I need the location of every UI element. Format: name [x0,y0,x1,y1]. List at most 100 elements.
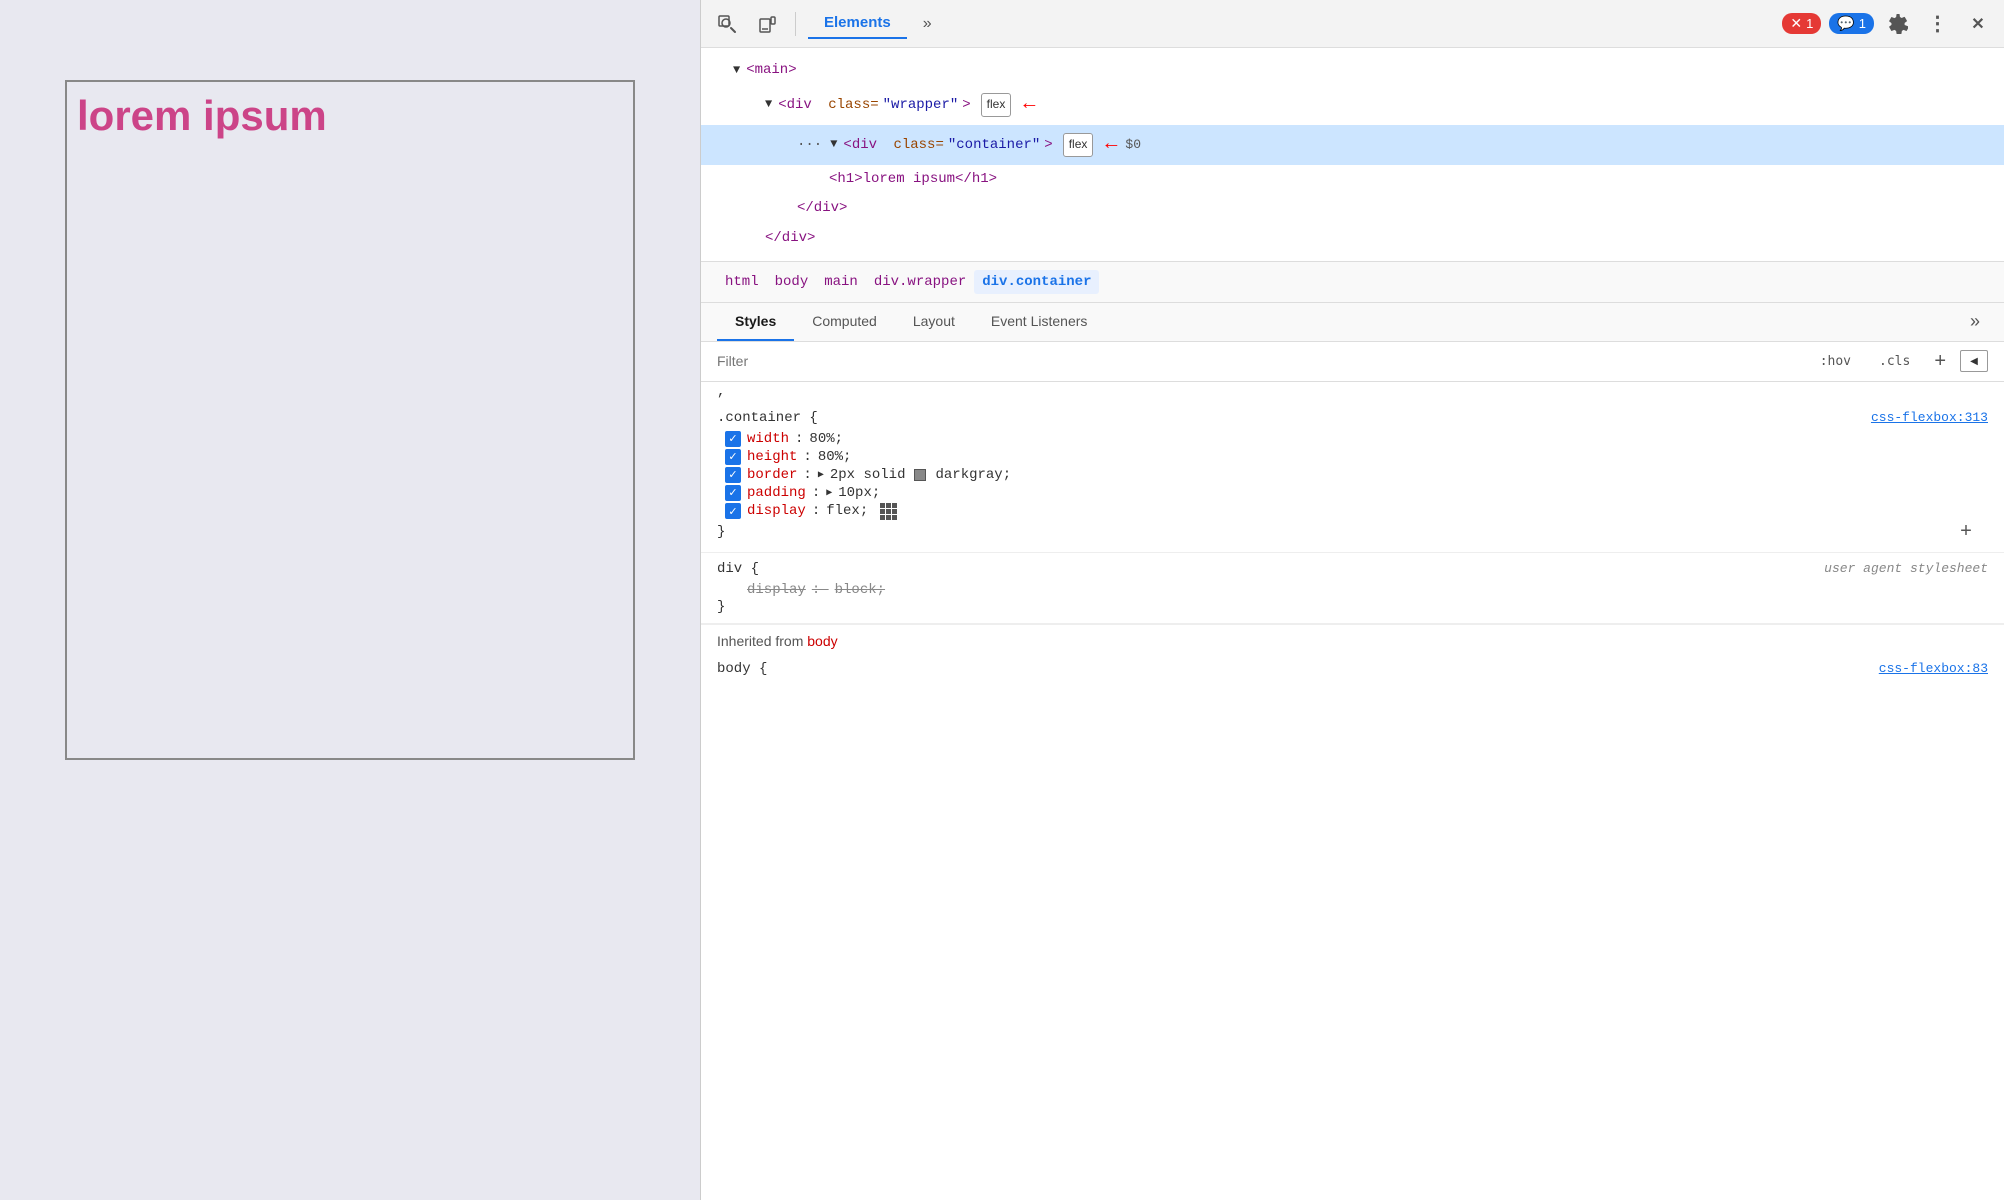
tree-arrow: ▼ [830,134,837,156]
sub-tabs: Styles Computed Layout Event Listeners » [701,303,2004,342]
more-menu-icon[interactable]: ⋮ [1922,8,1954,40]
wrapper-open: <div [778,93,812,118]
html-tree: ▼ <main> ▼ <div class="wrapper" > flex ←… [701,48,2004,262]
padding-colon: : [812,485,820,501]
tree-close-div2[interactable]: </div> [701,224,2004,253]
display-colon: : [812,503,820,519]
css-prop-padding: padding : ▶ 10px; [717,484,1988,502]
ua-display-value: block; [835,582,885,598]
tab-layout[interactable]: Layout [895,303,973,341]
sub-tabs-more[interactable]: » [1962,307,1988,336]
dots-icon: ··· [797,133,822,158]
container-attr-value: "container" [948,133,1040,158]
add-rule-icon[interactable]: + [1928,348,1952,375]
container-flex-badge[interactable]: flex [1063,133,1094,157]
flex-grid-icon[interactable] [880,503,897,520]
lorem-text: lorem ipsum [77,92,327,748]
red-arrow-wrapper: ← [1023,87,1035,123]
ua-stylesheet-label: user agent stylesheet [1824,561,1988,576]
close-div1: </div> [797,196,847,221]
message-count: 1 [1859,16,1866,31]
css-prop-width: width : 80%; [717,430,1988,448]
display-prop-value: flex; [826,503,868,519]
tree-close-div1[interactable]: </div> [701,194,2004,223]
width-prop-name: width [747,431,789,447]
display-checkbox[interactable] [725,503,741,519]
filter-input[interactable] [717,353,1802,369]
wrapper-flex-badge[interactable]: flex [981,93,1012,117]
force-state-button[interactable]: ◀ [1960,350,1988,372]
close-button[interactable]: ✕ [1962,8,1994,40]
add-property-button[interactable]: + [1960,521,1972,544]
css-prop-height: height : 80%; [717,448,1988,466]
tab-event-listeners[interactable]: Event Listeners [973,303,1106,341]
border-colon: : [803,467,811,483]
height-checkbox[interactable] [725,449,741,465]
settings-icon[interactable] [1882,8,1914,40]
body-rule-partial: body { css-flexbox:83 [701,657,2004,685]
device-icon[interactable] [751,8,783,40]
div-close-brace: } [717,599,725,615]
cls-button[interactable]: .cls [1869,350,1920,373]
div-selector-line: div { user agent stylesheet [717,561,1988,577]
container-open: <div [843,133,877,158]
div-rule-block: div { user agent stylesheet display : bl… [701,553,2004,624]
tree-h1-tag[interactable]: <h1>lorem ipsum</h1> [701,165,2004,194]
tab-computed[interactable]: Computed [794,303,895,341]
border-checkbox[interactable] [725,467,741,483]
devtools-toolbar: Elements » ✕ 1 💬 1 ⋮ ✕ [701,0,2004,48]
darkgray-swatch[interactable] [914,469,926,481]
inherited-element[interactable]: body [807,633,837,649]
tab-styles[interactable]: Styles [717,303,794,341]
tree-arrow: ▼ [765,94,772,116]
border-color-value: darkgray; [935,467,1011,483]
breadcrumb-container[interactable]: div.container [974,270,1099,294]
toolbar-separator [795,12,796,36]
tree-main-tag[interactable]: ▼ <main> [701,56,2004,85]
message-icon: 💬 [1837,15,1854,32]
inspect-icon[interactable] [711,8,743,40]
error-badge[interactable]: ✕ 1 [1782,13,1821,34]
h1-tag: <h1>lorem ipsum</h1> [829,167,997,192]
breadcrumb-main[interactable]: main [816,270,866,294]
tree-wrapper-tag[interactable]: ▼ <div class="wrapper" > flex ← [701,85,2004,125]
container-selector: .container { [717,410,818,426]
container-source[interactable]: css-flexbox:313 [1871,410,1988,425]
toolbar-right: ✕ 1 💬 1 ⋮ ✕ [1782,8,1994,40]
error-icon: ✕ [1790,15,1802,32]
container-attr-name: class= [893,133,943,158]
padding-prop-name: padding [747,485,806,501]
breadcrumb-wrapper[interactable]: div.wrapper [866,270,974,294]
padding-expand-arrow[interactable]: ▶ [826,487,832,499]
body-source[interactable]: css-flexbox:83 [1879,661,1988,676]
filter-bar: :hov .cls + ◀ [701,342,2004,382]
width-prop-value: 80%; [809,431,843,447]
partial-comma: , [717,384,725,400]
breadcrumb-body[interactable]: body [767,270,817,294]
dollar-zero: $0 [1125,133,1141,156]
wrapper-attr-value: "wrapper" [883,93,959,118]
breadcrumb-html[interactable]: html [717,270,767,294]
inherited-from-label: Inherited from body [701,624,2004,657]
body-selector: body { [717,661,767,677]
css-prop-display-ua: display : block; [717,581,1988,599]
error-count: 1 [1806,16,1813,31]
ua-display-prop: display [747,582,806,598]
elements-tab[interactable]: Elements [808,8,907,39]
height-colon: : [803,449,811,465]
main-tag: <main> [746,58,796,83]
width-checkbox[interactable] [725,431,741,447]
message-badge[interactable]: 💬 1 [1829,13,1874,34]
border-expand-arrow[interactable]: ▶ [818,469,824,481]
hov-button[interactable]: :hov [1810,350,1861,373]
border-prop-value: 2px solid [830,467,906,483]
padding-prop-value: 10px; [838,485,880,501]
body-selector-line: body { css-flexbox:83 [717,661,1988,677]
padding-checkbox[interactable] [725,485,741,501]
more-tabs-button[interactable]: » [915,11,940,37]
tree-container-tag[interactable]: ··· ▼ <div class="container" > flex ← $0 [701,125,2004,165]
container-selector-line: .container { css-flexbox:313 [717,410,1988,426]
wrapper-attr-name: class= [828,93,878,118]
div-selector: div { [717,561,759,577]
ua-colon: : [812,582,829,598]
